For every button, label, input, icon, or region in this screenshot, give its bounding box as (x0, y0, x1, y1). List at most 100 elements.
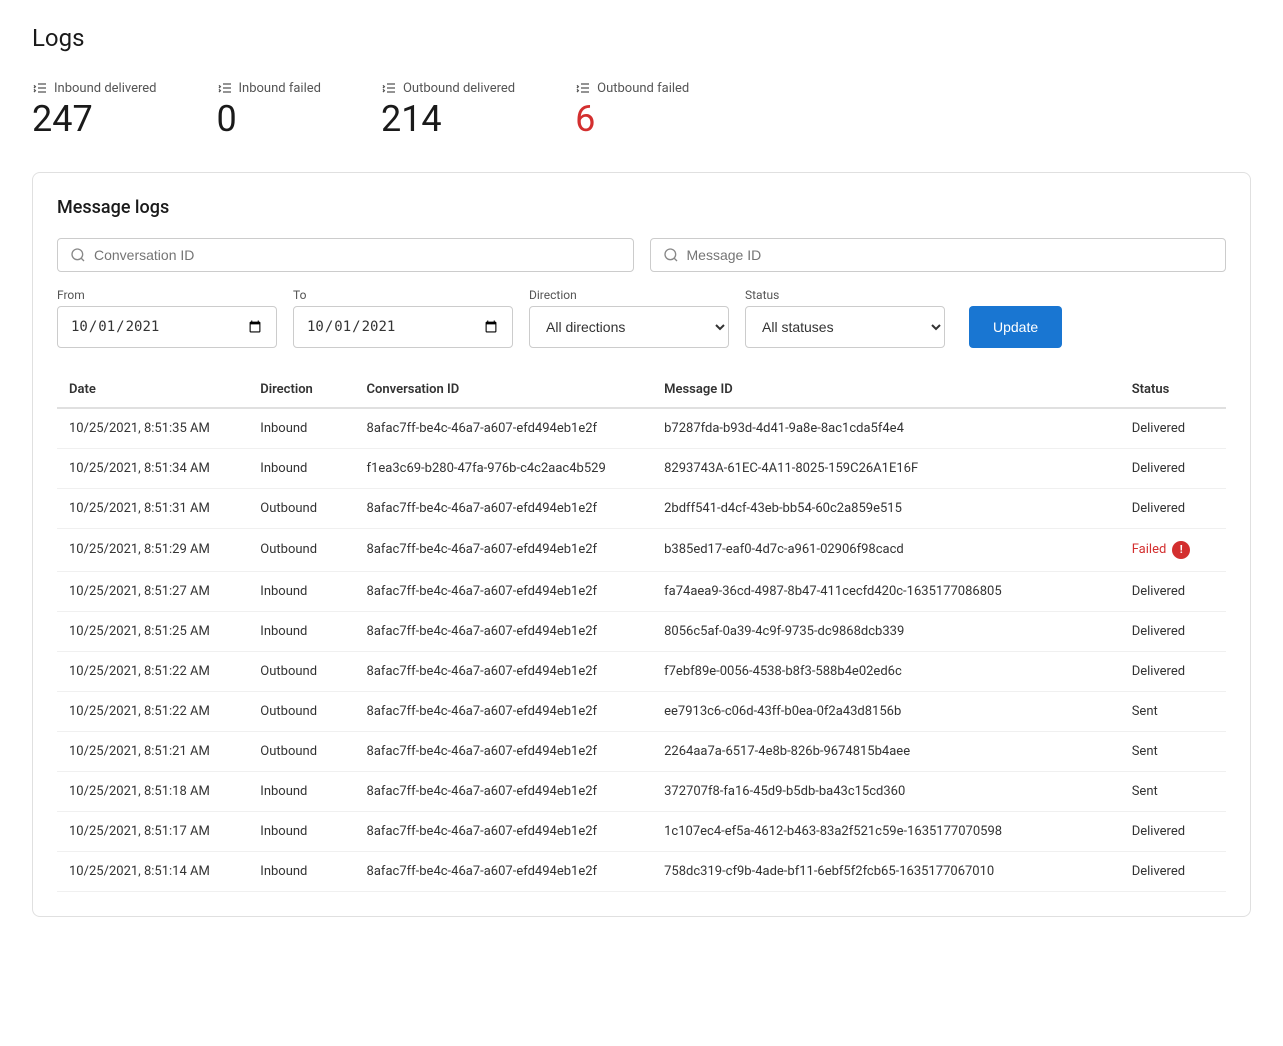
stat-label: Outbound delivered (381, 80, 515, 96)
table-row[interactable]: 10/25/2021, 8:51:21 AM Outbound 8afac7ff… (57, 731, 1226, 771)
message-id-cell: fa74aea9-36cd-4987-8b47-411cecfd420c-163… (652, 571, 1120, 611)
direction-select[interactable]: All directionsInboundOutbound (529, 306, 729, 348)
table-row[interactable]: 10/25/2021, 8:51:31 AM Outbound 8afac7ff… (57, 488, 1226, 528)
stat-icon (381, 80, 397, 96)
col-header-date: Date (57, 372, 248, 408)
table-row[interactable]: 10/25/2021, 8:51:14 AM Inbound 8afac7ff-… (57, 851, 1226, 891)
table-row[interactable]: 10/25/2021, 8:51:22 AM Outbound 8afac7ff… (57, 651, 1226, 691)
direction-cell: Inbound (248, 571, 354, 611)
to-filter-group: To (293, 288, 513, 348)
conversation-id-cell: 8afac7ff-be4c-46a7-a607-efd494eb1e2f (355, 488, 653, 528)
table-row[interactable]: 10/25/2021, 8:51:29 AM Outbound 8afac7ff… (57, 528, 1226, 571)
direction-cell: Outbound (248, 528, 354, 571)
conversation-id-cell: 8afac7ff-be4c-46a7-a607-efd494eb1e2f (355, 611, 653, 651)
to-date-input[interactable] (293, 306, 513, 348)
stat-value: 0 (217, 100, 321, 140)
conversation-id-cell: 8afac7ff-be4c-46a7-a607-efd494eb1e2f (355, 691, 653, 731)
table-row[interactable]: 10/25/2021, 8:51:18 AM Inbound 8afac7ff-… (57, 771, 1226, 811)
status-failed: Failed! (1132, 541, 1214, 559)
conversation-id-cell: 8afac7ff-be4c-46a7-a607-efd494eb1e2f (355, 731, 653, 771)
status-select[interactable]: All statusesDeliveredFailedSent (745, 306, 945, 348)
date-cell: 10/25/2021, 8:51:18 AM (57, 771, 248, 811)
search-icon (70, 247, 86, 263)
status-cell: Sent (1120, 771, 1226, 811)
status-label: Status (745, 288, 945, 302)
message-id-cell: 2264aa7a-6517-4e8b-826b-9674815b4aee (652, 731, 1120, 771)
status-cell: Delivered (1120, 571, 1226, 611)
message-id-cell: 372707f8-fa16-45d9-b5db-ba43c15cd360 (652, 771, 1120, 811)
date-cell: 10/25/2021, 8:51:34 AM (57, 448, 248, 488)
date-cell: 10/25/2021, 8:51:31 AM (57, 488, 248, 528)
direction-cell: Inbound (248, 771, 354, 811)
stat-icon (217, 80, 233, 96)
date-cell: 10/25/2021, 8:51:21 AM (57, 731, 248, 771)
message-id-cell: 2bdff541-d4cf-43eb-bb54-60c2a859e515 (652, 488, 1120, 528)
stat-icon (32, 80, 48, 96)
message-id-cell: f7ebf89e-0056-4538-b8f3-588b4e02ed6c (652, 651, 1120, 691)
col-header-status: Status (1120, 372, 1226, 408)
date-cell: 10/25/2021, 8:51:22 AM (57, 691, 248, 731)
table-row[interactable]: 10/25/2021, 8:51:17 AM Inbound 8afac7ff-… (57, 811, 1226, 851)
conversation-id-cell: 8afac7ff-be4c-46a7-a607-efd494eb1e2f (355, 811, 653, 851)
stat-value: 247 (32, 100, 157, 140)
message-id-cell: 758dc319-cf9b-4ade-bf11-6ebf5f2fcb65-163… (652, 851, 1120, 891)
conversation-id-input[interactable] (94, 247, 621, 263)
date-cell: 10/25/2021, 8:51:29 AM (57, 528, 248, 571)
direction-label: Direction (529, 288, 729, 302)
conversation-id-cell: 8afac7ff-be4c-46a7-a607-efd494eb1e2f (355, 528, 653, 571)
stat-value: 214 (381, 100, 515, 140)
table-row[interactable]: 10/25/2021, 8:51:25 AM Inbound 8afac7ff-… (57, 611, 1226, 651)
direction-filter-group: Direction All directionsInboundOutbound (529, 288, 729, 348)
direction-cell: Outbound (248, 651, 354, 691)
date-cell: 10/25/2021, 8:51:17 AM (57, 811, 248, 851)
from-filter-group: From (57, 288, 277, 348)
date-cell: 10/25/2021, 8:51:22 AM (57, 651, 248, 691)
direction-cell: Inbound (248, 851, 354, 891)
status-cell: Delivered (1120, 651, 1226, 691)
message-id-search-box (650, 238, 1227, 272)
status-filter-group: Status All statusesDeliveredFailedSent (745, 288, 945, 348)
stat-label: Outbound failed (575, 80, 689, 96)
filter-row: From To Direction All directionsInboundO… (57, 288, 1226, 348)
date-cell: 10/25/2021, 8:51:35 AM (57, 408, 248, 449)
update-button[interactable]: Update (969, 306, 1062, 348)
date-cell: 10/25/2021, 8:51:27 AM (57, 571, 248, 611)
search-icon-2 (663, 247, 679, 263)
table-row[interactable]: 10/25/2021, 8:51:34 AM Inbound f1ea3c69-… (57, 448, 1226, 488)
table-row[interactable]: 10/25/2021, 8:51:27 AM Inbound 8afac7ff-… (57, 571, 1226, 611)
message-id-cell: 8056c5af-0a39-4c9f-9735-dc9868dcb339 (652, 611, 1120, 651)
status-cell: Delivered (1120, 851, 1226, 891)
conversation-id-cell: 8afac7ff-be4c-46a7-a607-efd494eb1e2f (355, 771, 653, 811)
direction-cell: Outbound (248, 731, 354, 771)
stat-inbound-failed: Inbound failed 0 (217, 80, 321, 140)
conversation-id-cell: f1ea3c69-b280-47fa-976b-c4c2aac4b529 (355, 448, 653, 488)
message-id-cell: 1c107ec4-ef5a-4612-b463-83a2f521c59e-163… (652, 811, 1120, 851)
status-cell: Delivered (1120, 811, 1226, 851)
status-cell: Sent (1120, 691, 1226, 731)
stat-value: 6 (575, 100, 689, 140)
table-body: 10/25/2021, 8:51:35 AM Inbound 8afac7ff-… (57, 408, 1226, 892)
direction-cell: Inbound (248, 408, 354, 449)
table-row[interactable]: 10/25/2021, 8:51:35 AM Inbound 8afac7ff-… (57, 408, 1226, 449)
direction-cell: Inbound (248, 448, 354, 488)
stat-label: Inbound failed (217, 80, 321, 96)
to-label: To (293, 288, 513, 302)
stat-label: Inbound delivered (32, 80, 157, 96)
status-cell: Delivered (1120, 408, 1226, 449)
col-header-message: Message ID (652, 372, 1120, 408)
col-header-direction: Direction (248, 372, 354, 408)
from-date-input[interactable] (57, 306, 277, 348)
message-id-cell: ee7913c6-c06d-43ff-b0ea-0f2a43d8156b (652, 691, 1120, 731)
col-header-conversation: Conversation ID (355, 372, 653, 408)
status-cell: Delivered (1120, 488, 1226, 528)
conversation-id-cell: 8afac7ff-be4c-46a7-a607-efd494eb1e2f (355, 851, 653, 891)
status-cell: Delivered (1120, 448, 1226, 488)
stat-outbound-delivered: Outbound delivered 214 (381, 80, 515, 140)
stat-outbound-failed: Outbound failed 6 (575, 80, 689, 140)
direction-cell: Inbound (248, 811, 354, 851)
conversation-id-cell: 8afac7ff-be4c-46a7-a607-efd494eb1e2f (355, 651, 653, 691)
card-title: Message logs (57, 197, 1226, 218)
message-id-input[interactable] (687, 247, 1214, 263)
table-row[interactable]: 10/25/2021, 8:51:22 AM Outbound 8afac7ff… (57, 691, 1226, 731)
conversation-id-cell: 8afac7ff-be4c-46a7-a607-efd494eb1e2f (355, 408, 653, 449)
